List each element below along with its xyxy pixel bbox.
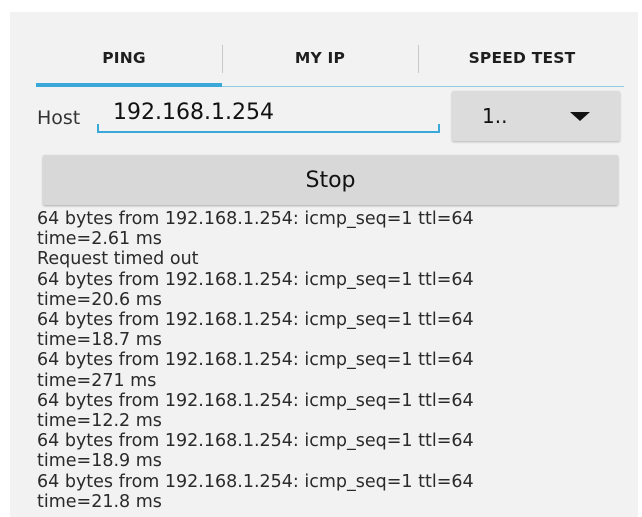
log-line: time=18.9 ms <box>37 451 162 472</box>
log-line: 64 bytes from 192.168.1.254: icmp_seq=1 … <box>37 471 474 492</box>
host-input-underline <box>97 131 440 133</box>
log-line: 64 bytes from 192.168.1.254: icmp_seq=1 … <box>37 350 474 371</box>
log-line: 64 bytes from 192.168.1.254: icmp_seq=1 … <box>37 310 474 331</box>
triangle-down-icon <box>570 112 590 121</box>
log-line: time=21.8 ms <box>37 491 162 512</box>
ping-output-log: 64 bytes from 192.168.1.254: icmp_seq=1 … <box>37 209 627 512</box>
tab-ping[interactable]: PING <box>26 32 222 84</box>
host-input[interactable]: 192.168.1.254 <box>97 98 440 132</box>
host-input-edge-left <box>97 124 99 132</box>
log-line: 64 bytes from 192.168.1.254: icmp_seq=1 … <box>37 209 474 229</box>
tab-my-ip[interactable]: MY IP <box>222 32 418 84</box>
ping-count-value: 1.. <box>482 104 508 128</box>
log-line: time=271 ms <box>37 370 157 391</box>
tab-speed-test[interactable]: SPEED TEST <box>418 32 626 84</box>
tab-bar: PING MY IP SPEED TEST <box>26 32 626 88</box>
log-line: Request timed out <box>37 249 199 270</box>
host-label: Host <box>37 107 81 129</box>
log-line: 64 bytes from 192.168.1.254: icmp_seq=1 … <box>37 390 474 411</box>
log-line: 64 bytes from 192.168.1.254: icmp_seq=1 … <box>37 431 474 452</box>
log-line: 64 bytes from 192.168.1.254: icmp_seq=1 … <box>37 269 474 290</box>
log-line: time=12.2 ms <box>37 411 162 432</box>
log-line: time=20.6 ms <box>37 289 162 310</box>
log-line: time=18.7 ms <box>37 330 162 351</box>
ping-count-dropdown[interactable]: 1.. <box>452 91 620 141</box>
host-input-edge-right <box>438 124 440 132</box>
stop-button[interactable]: Stop <box>43 155 618 205</box>
log-line: time=2.61 ms <box>37 229 162 250</box>
selected-tab-indicator <box>36 83 222 87</box>
